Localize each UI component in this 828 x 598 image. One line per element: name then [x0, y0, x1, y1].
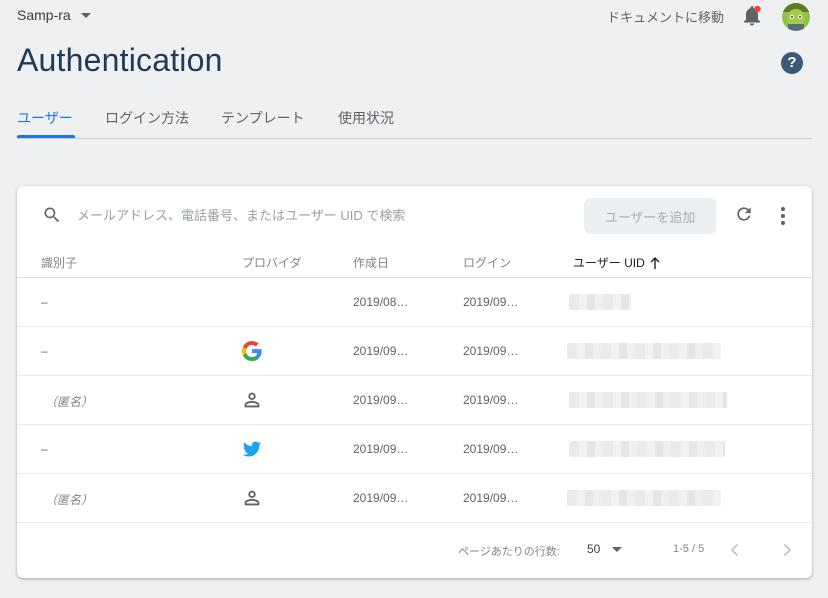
cell-signed-in: 2019/09…: [463, 393, 519, 407]
rows-per-page-select[interactable]: 50: [587, 542, 623, 556]
table-row[interactable]: – 2019/08… 2019/09…: [17, 278, 812, 327]
docs-link[interactable]: ドキュメントに移動: [607, 7, 724, 26]
users-card: ユーザーを追加 識別子 プロバイダ 作成日 ログイン ユーザー UID – 20…: [17, 186, 812, 578]
cell-signed-in: 2019/09…: [463, 491, 519, 505]
cell-identifier: –: [41, 442, 48, 456]
bell-icon[interactable]: [742, 5, 762, 27]
rows-per-page-label: ページあたりの行数:: [458, 546, 560, 558]
active-tab-indicator: [17, 135, 75, 138]
tab-users[interactable]: ユーザー: [17, 108, 73, 128]
table-pagination: ページあたりの行数: 50 1-5 / 5: [17, 534, 812, 568]
search-icon: [44, 207, 60, 223]
table-row[interactable]: （匿名） 2019/09… 2019/09…: [17, 474, 812, 523]
cell-signed-in: 2019/09…: [463, 295, 519, 309]
avatar[interactable]: [782, 3, 810, 31]
chevron-right-icon[interactable]: [777, 540, 797, 560]
cell-signed-in: 2019/09…: [463, 442, 519, 456]
arrow-up-icon: [650, 256, 660, 269]
cell-uid-redacted: [569, 441, 725, 457]
project-name: Samp-ra: [17, 7, 71, 23]
column-created[interactable]: 作成日: [353, 254, 389, 271]
more-vert-icon[interactable]: [775, 206, 791, 226]
tab-templates[interactable]: テンプレート: [221, 108, 305, 128]
column-provider[interactable]: プロバイダ: [242, 254, 302, 271]
table-row[interactable]: – 2019/09… 2019/09…: [17, 327, 812, 376]
cell-created: 2019/09…: [353, 491, 409, 505]
cell-created: 2019/09…: [353, 393, 409, 407]
cell-uid-redacted: [569, 392, 727, 408]
table-row[interactable]: – 2019/09… 2019/09…: [17, 425, 812, 474]
cell-uid-redacted: [569, 294, 631, 310]
chevron-down-icon: [80, 12, 91, 18]
cell-created: 2019/09…: [353, 344, 409, 358]
person-icon: [244, 490, 260, 506]
project-selector[interactable]: Samp-ra: [17, 7, 91, 23]
chevron-left-icon[interactable]: [725, 540, 745, 560]
person-icon: [244, 392, 260, 408]
tab-usage[interactable]: 使用状況: [338, 108, 394, 128]
cell-identifier: –: [41, 295, 48, 309]
top-bar: Samp-ra ドキュメントに移動: [0, 0, 828, 32]
refresh-icon[interactable]: [734, 204, 754, 224]
chevron-down-icon: [612, 546, 623, 552]
add-user-button[interactable]: ユーザーを追加: [584, 198, 716, 234]
notification-dot: [754, 5, 761, 13]
cell-created: 2019/09…: [353, 442, 409, 456]
page-range: 1-5 / 5: [673, 543, 705, 555]
google-icon: [241, 341, 262, 362]
column-uid-label: ユーザー UID: [573, 256, 645, 270]
table-header: 識別子 プロバイダ 作成日 ログイン ユーザー UID: [17, 244, 812, 278]
table-row[interactable]: （匿名） 2019/09… 2019/09…: [17, 376, 812, 425]
tab-bar: ユーザー ログイン方法 テンプレート 使用状況: [17, 100, 812, 139]
cell-identifier: –: [41, 344, 48, 358]
cell-signed-in: 2019/09…: [463, 344, 519, 358]
rows-per-page-value: 50: [587, 542, 601, 556]
page-title: Authentication: [17, 42, 223, 78]
cell-created: 2019/08…: [353, 295, 409, 309]
column-uid[interactable]: ユーザー UID: [573, 254, 661, 271]
twitter-icon: [242, 441, 262, 457]
help-icon[interactable]: ?: [781, 52, 803, 74]
tab-sign-in-method[interactable]: ログイン方法: [105, 108, 189, 128]
cell-uid-redacted: [567, 490, 721, 506]
cell-uid-redacted: [567, 343, 721, 359]
cell-identifier: （匿名）: [45, 493, 94, 507]
column-identifier[interactable]: 識別子: [41, 254, 77, 271]
search-toolbar: ユーザーを追加: [17, 186, 812, 244]
search-input[interactable]: [77, 204, 557, 226]
cell-identifier: （匿名）: [45, 395, 94, 409]
column-signed-in[interactable]: ログイン: [463, 254, 511, 271]
